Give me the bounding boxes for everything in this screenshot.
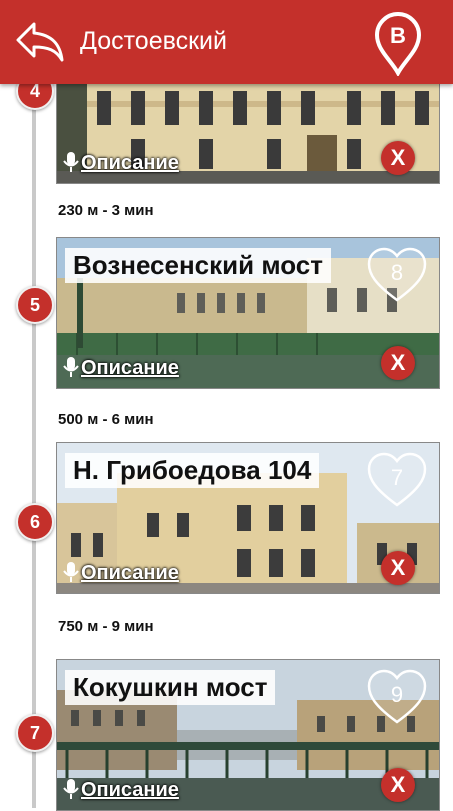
- description-link[interactable]: Описание: [63, 152, 179, 175]
- remove-stop-button[interactable]: X: [381, 551, 415, 585]
- description-label: Описание: [81, 152, 179, 174]
- description-link[interactable]: Описание: [63, 779, 179, 802]
- stop-card[interactable]: Вознесенский мост 8 Описание X: [56, 237, 440, 389]
- description-link[interactable]: Описание: [63, 357, 179, 380]
- stop-number-badge: 7: [16, 714, 54, 752]
- microphone-icon: [63, 779, 79, 799]
- favorite-heart-button[interactable]: 9: [365, 668, 429, 728]
- stop-name: Вознесенский мост: [65, 248, 331, 283]
- distance-label: 750 м - 9 мин: [58, 618, 154, 635]
- stop-card[interactable]: Кокушкин мост 9 Описание X: [56, 659, 440, 811]
- stop-card[interactable]: Н. Грибоедова 104 7 Описание X: [56, 442, 440, 594]
- distance-label: 230 м - 3 мин: [58, 202, 154, 219]
- microphone-icon: [63, 562, 79, 582]
- remove-stop-button[interactable]: X: [381, 141, 415, 175]
- remove-stop-button[interactable]: X: [381, 768, 415, 802]
- favorite-heart-button[interactable]: 8: [365, 246, 429, 306]
- stop-name: Кокушкин мост: [65, 670, 276, 705]
- microphone-icon: [63, 357, 79, 377]
- description-link[interactable]: Описание: [63, 562, 179, 585]
- pin-letter: B: [390, 23, 406, 48]
- map-pin-icon[interactable]: B: [373, 10, 423, 76]
- remove-stop-button[interactable]: X: [381, 346, 415, 380]
- app-header: Достоевский B: [0, 0, 453, 84]
- stop-number-badge: 6: [16, 503, 54, 541]
- description-label: Описание: [81, 779, 179, 801]
- back-arrow-icon[interactable]: [14, 20, 66, 64]
- stop-name: Н. Грибоедова 104: [65, 453, 320, 488]
- microphone-icon: [63, 152, 79, 172]
- description-label: Описание: [81, 357, 179, 379]
- stop-number-badge: 5: [16, 286, 54, 324]
- distance-label: 500 м - 6 мин: [58, 411, 154, 428]
- favorite-heart-button[interactable]: 7: [365, 451, 429, 511]
- favorite-count: 8: [390, 260, 404, 285]
- description-label: Описание: [81, 562, 179, 584]
- route-timeline: [32, 84, 36, 808]
- page-title: Достоевский: [80, 27, 227, 55]
- favorite-count: 9: [390, 682, 404, 707]
- favorite-count: 7: [390, 465, 404, 490]
